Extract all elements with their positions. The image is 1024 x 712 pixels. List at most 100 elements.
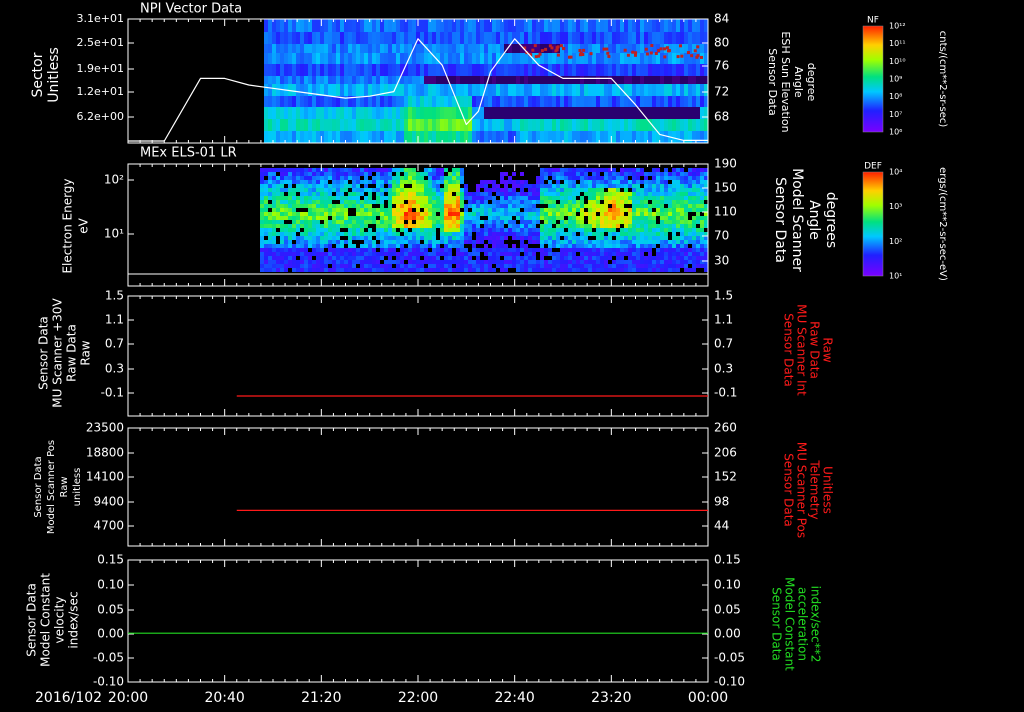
els-heatmap-cell	[656, 192, 660, 196]
els-heatmap-cell	[632, 260, 636, 264]
npi-heatmap-cell	[272, 119, 276, 131]
els-heatmap-cell	[496, 220, 500, 224]
els-heatmap-cell	[688, 196, 692, 200]
npi-heatmap-cell	[356, 84, 360, 96]
npi-heatmap-cell	[520, 19, 524, 32]
els-heatmap-cell	[672, 252, 676, 256]
els-heatmap-cell	[704, 192, 708, 196]
npi-heatmap-cell	[692, 96, 696, 107]
els-heatmap-cell	[552, 240, 556, 244]
els-heatmap-cell	[320, 200, 324, 204]
els-heatmap-cell	[564, 248, 568, 252]
els-heatmap-cell	[264, 188, 268, 192]
npi-heatmap-cell	[476, 76, 480, 84]
els-heatmap-cell	[564, 212, 568, 216]
els-heatmap-cell	[460, 172, 464, 176]
els-heatmap-cell	[508, 224, 512, 228]
els-heatmap-cell	[504, 220, 508, 224]
els-heatmap-cell	[504, 256, 508, 260]
els-heatmap-cell	[620, 192, 624, 196]
els-heatmap-cell	[560, 248, 564, 252]
els-heatmap-cell	[260, 208, 264, 212]
els-heatmap-cell	[584, 240, 588, 244]
els-heatmap-cell	[464, 208, 468, 212]
els-heatmap-cell	[388, 252, 392, 256]
els-heatmap-cell	[600, 240, 604, 244]
npi-heatmap-cell	[268, 76, 272, 84]
els-heatmap-cell	[416, 240, 420, 244]
npi-heatmap-cell	[348, 19, 352, 32]
npi-heatmap-cell	[616, 119, 620, 131]
els-heatmap-cell	[668, 188, 672, 192]
npi-heatmap-cell	[620, 44, 624, 53]
els-heatmap-cell	[556, 228, 560, 232]
els-heatmap-cell	[576, 192, 580, 196]
els-heatmap-cell	[316, 200, 320, 204]
npi-heatmap-cell	[560, 96, 564, 107]
els-heatmap-cell	[696, 200, 700, 204]
els-heatmap-cell	[468, 224, 472, 228]
els-heatmap-cell	[360, 252, 364, 256]
npi-heatmap-cell	[336, 53, 340, 64]
els-heatmap-cell	[444, 180, 448, 184]
npi-heatmap-cell	[528, 32, 532, 44]
els-heatmap-cell	[408, 196, 412, 200]
npi-heatmap-cell	[364, 64, 368, 76]
els-heatmap-cell	[280, 188, 284, 192]
els-heatmap-cell	[280, 248, 284, 252]
els-heatmap-cell	[432, 212, 436, 216]
els-heatmap-cell	[316, 172, 320, 176]
npi-heatmap-cell	[620, 64, 624, 76]
npi-heatmap-cell	[344, 119, 348, 131]
els-heatmap-cell	[624, 268, 628, 272]
npi-heatmap-cell	[316, 44, 320, 53]
els-heatmap-cell	[460, 264, 464, 268]
els-heatmap-cell	[632, 172, 636, 176]
npi-heatmap-cell	[664, 53, 668, 64]
els-heatmap-cell	[612, 172, 616, 176]
els-heatmap-cell	[420, 228, 424, 232]
els-heatmap-cell	[632, 236, 636, 240]
els-heatmap-cell	[380, 228, 384, 232]
els-heatmap-cell	[512, 220, 516, 224]
els-heatmap-cell	[572, 268, 576, 272]
els-heatmap-cell	[308, 260, 312, 264]
npi-heatmap-cell	[432, 19, 436, 32]
els-heatmap-cell	[464, 256, 468, 260]
els-heatmap-cell	[620, 236, 624, 240]
els-heatmap-cell	[648, 268, 652, 272]
npi-heatmap-cell	[624, 96, 628, 107]
els-heatmap-cell	[672, 224, 676, 228]
els-cbar-title: DEF	[864, 162, 882, 172]
els-heatmap-cell	[604, 224, 608, 228]
els-heatmap-cell	[500, 180, 504, 184]
els-heatmap-cell	[632, 220, 636, 224]
els-heatmap-cell	[528, 216, 532, 220]
els-heatmap-cell	[364, 216, 368, 220]
els-heatmap-cell	[460, 240, 464, 244]
npi-heatmap-cell	[312, 131, 316, 143]
els-heatmap-cell	[264, 260, 268, 264]
els-heatmap-cell	[468, 232, 472, 236]
npi-heatmap-cell	[564, 107, 568, 119]
els-heatmap-cell	[360, 256, 364, 260]
npi-heatmap-cell	[328, 53, 332, 64]
els-heatmap-cell	[664, 248, 668, 252]
els-heatmap-cell	[464, 232, 468, 236]
els-heatmap-cell	[400, 256, 404, 260]
els-heatmap-cell	[592, 268, 596, 272]
els-heatmap-cell	[388, 188, 392, 192]
npi-heatmap-cell	[340, 64, 344, 76]
els-heatmap-cell	[412, 240, 416, 244]
npi-heatmap-cell	[608, 64, 612, 76]
npi-heatmap-cell	[264, 32, 268, 44]
els-heatmap-cell	[316, 196, 320, 200]
els-heatmap-cell	[592, 248, 596, 252]
els-heatmap-cell	[504, 248, 508, 252]
npi-heatmap-cell	[264, 119, 268, 131]
els-heatmap-cell	[324, 232, 328, 236]
els-heatmap-cell	[440, 188, 444, 192]
els-heatmap-cell	[700, 256, 704, 260]
npi-heatmap-cell	[500, 44, 504, 53]
els-heatmap-cell	[476, 184, 480, 188]
